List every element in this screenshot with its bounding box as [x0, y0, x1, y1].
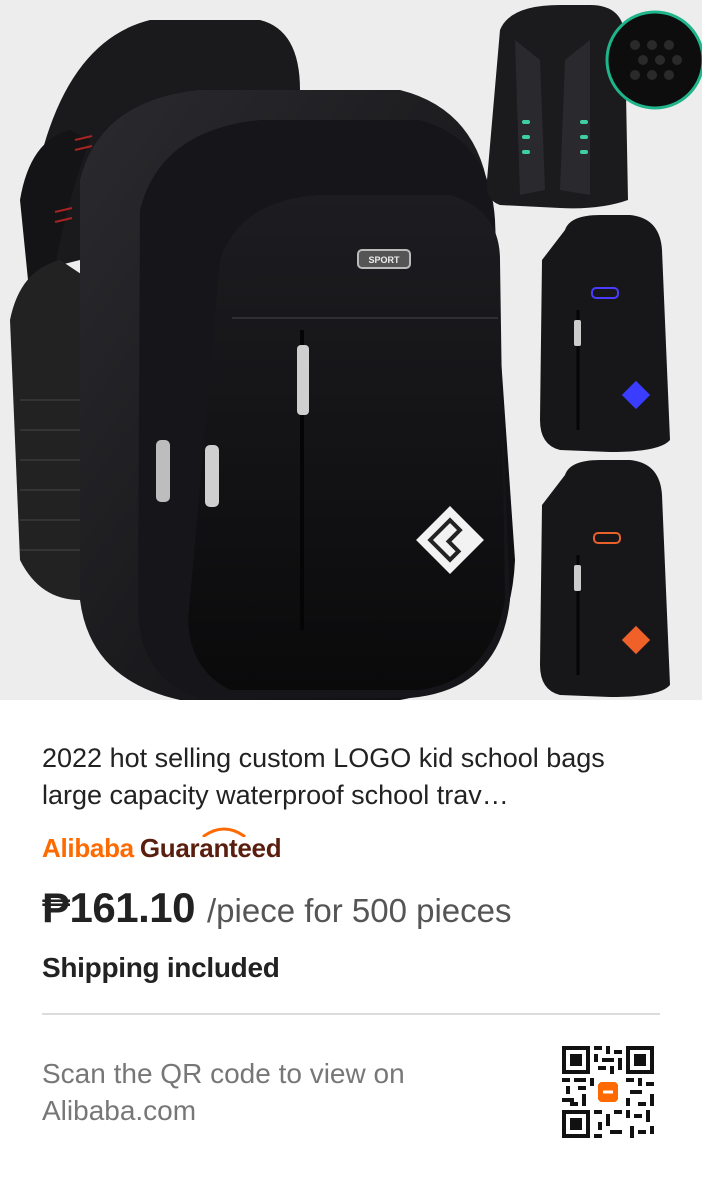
main-logo-text: SPORT [368, 255, 400, 265]
qr-code-icon[interactable] [562, 1046, 654, 1138]
main-backpack: SPORT [10, 20, 515, 700]
backpack-illustration: SPORT [0, 0, 702, 700]
badge-guaranteed-label: Guaranteed [139, 832, 282, 863]
price-row: ₱161.10 /piece for 500 pieces [42, 884, 512, 940]
smile-arc-icon [202, 827, 246, 837]
backpack-variant-orange [540, 460, 670, 697]
shipping-info: Shipping included [42, 952, 280, 983]
price-unit: /piece for 500 pieces [206, 892, 512, 929]
divider [42, 1013, 660, 1015]
scan-instructions: Scan the QR code to view on Alibaba.com [42, 1058, 405, 1126]
badge-guaranteed-text: Guaranteed [139, 827, 282, 864]
product-image[interactable]: SPORT [0, 0, 702, 700]
alibaba-guaranteed-badge: Alibaba Guaranteed [42, 827, 282, 866]
price-value: ₱161.10 [42, 884, 195, 931]
product-title[interactable]: 2022 hot selling custom LOGO kid school … [42, 740, 662, 814]
badge-alibaba-text: Alibaba [42, 832, 134, 863]
backpack-variant-blue [540, 215, 670, 452]
